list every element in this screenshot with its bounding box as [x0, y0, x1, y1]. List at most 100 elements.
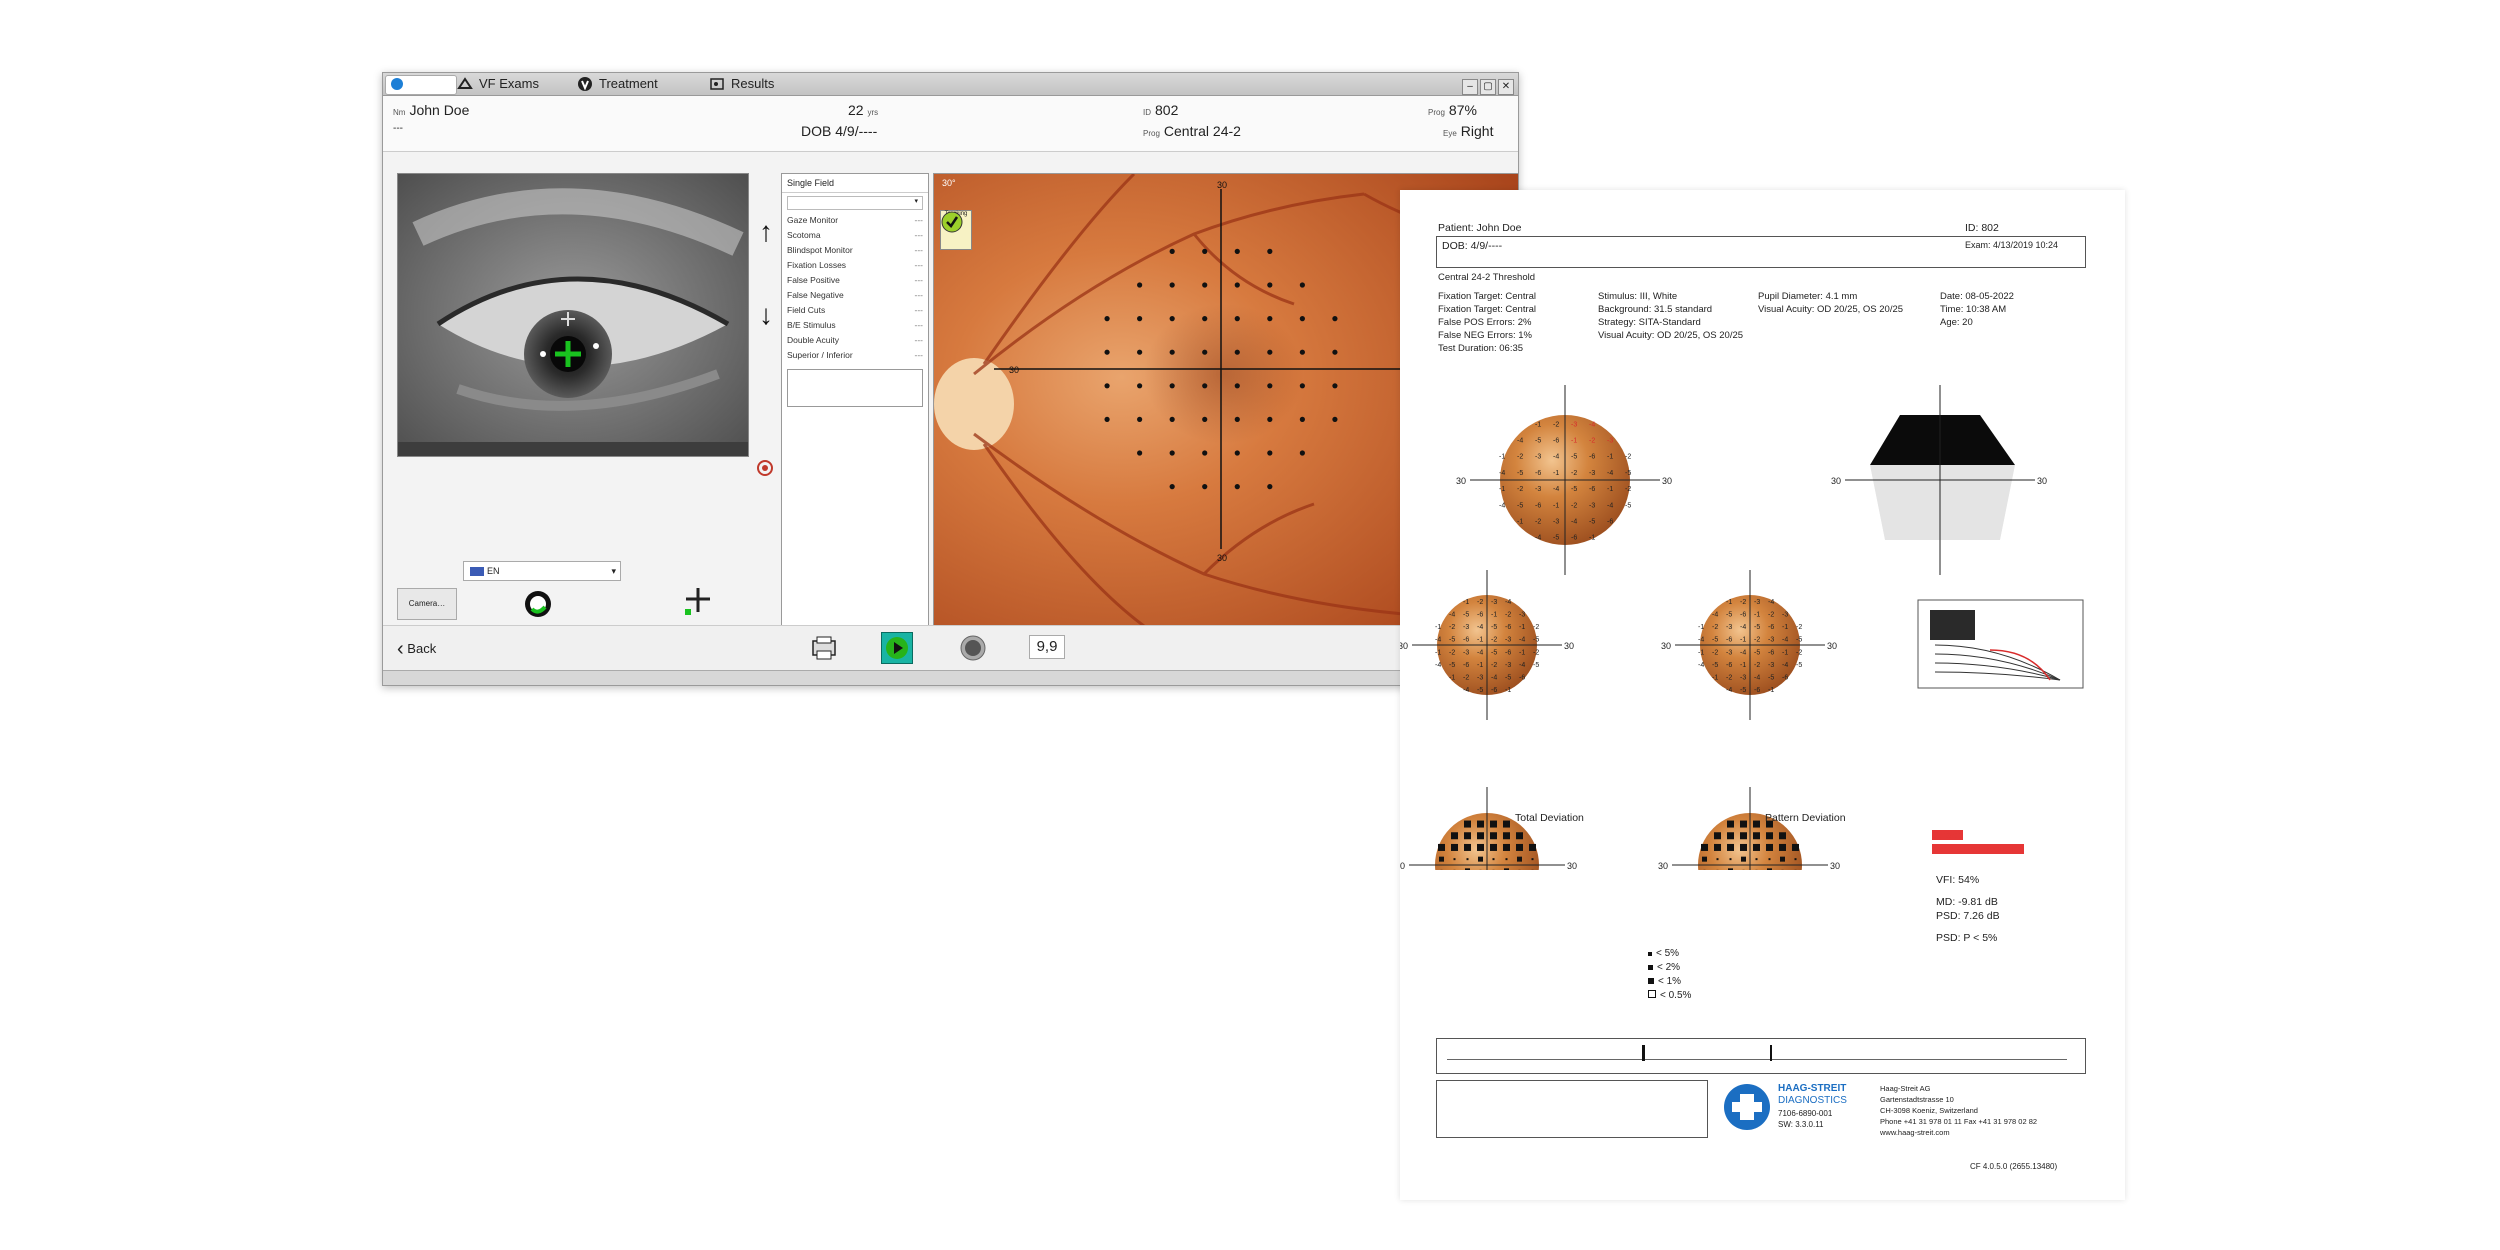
td-prob-mark	[1516, 843, 1523, 851]
threshold-value: -6	[1589, 486, 1595, 493]
td-prob-mark	[1503, 843, 1510, 851]
pd-num-axis-label-left: 30	[1661, 641, 1671, 651]
stimulus-point	[1299, 282, 1305, 288]
minimize-button[interactable]: –	[1462, 79, 1478, 95]
report-col1-line: Fixation Target: Central	[1438, 291, 1537, 302]
print-icon[interactable]	[810, 635, 838, 661]
threshold-value: -5	[1571, 486, 1577, 493]
threshold-value: -3	[1607, 438, 1613, 445]
flag-icon	[470, 567, 484, 577]
settings-row[interactable]: False Negative ---	[782, 288, 928, 303]
report-footer-code: CF 4.0.5.0 (2655.13480)	[1970, 1162, 2058, 1171]
pd-num-value: -1	[1726, 599, 1732, 606]
threshold-value: -6	[1535, 470, 1541, 477]
stimulus-point	[1169, 383, 1175, 389]
pd-num-value: -5	[1712, 637, 1718, 644]
td-prob-mark	[1490, 820, 1497, 828]
pd-prob-axis-label-right: 30	[1830, 861, 1840, 870]
settings-row[interactable]: Blindspot Monitor ---	[782, 243, 928, 258]
settings-row[interactable]: Fixation Losses ---	[782, 258, 928, 273]
pd-num-value: -4	[1754, 675, 1760, 682]
pd-prob-mark	[1794, 858, 1797, 861]
pd-num-value: -4	[1740, 649, 1746, 656]
window-controls: – ▢ ✕	[1460, 76, 1514, 95]
company-address-line: CH-3098 Koeniz, Switzerland	[1880, 1106, 1978, 1115]
td-prob-mark	[1451, 843, 1458, 851]
threshold-value: -2	[1553, 421, 1559, 428]
threshold-value: -1	[1553, 470, 1559, 477]
threshold-value: -5	[1535, 438, 1541, 445]
greyscale-axis-label-right: 30	[2037, 476, 2047, 486]
stimulus-point	[1332, 349, 1338, 355]
stimulus-point	[1299, 450, 1305, 456]
pd-num-axis-label-right: 30	[1827, 641, 1837, 651]
pd-num-value: -2	[1796, 624, 1802, 631]
back-button[interactable]: ‹ Back	[397, 638, 436, 661]
threshold-value: -1	[1499, 454, 1505, 461]
tab-results[interactable]: Results	[705, 75, 831, 93]
stimulus-point	[1137, 416, 1143, 422]
pd-num-value: -6	[1726, 662, 1732, 669]
patient-id: 802	[1155, 102, 1179, 118]
crosshair-settings-icon[interactable]	[683, 585, 713, 615]
settings-row[interactable]: False Positive ---	[782, 273, 928, 288]
stop-button[interactable]	[959, 634, 987, 662]
td-num-value: -4	[1449, 612, 1455, 619]
settings-row[interactable]: B/E Stimulus ---	[782, 318, 928, 333]
td-num-value: -5	[1533, 662, 1539, 669]
camera-settings-button[interactable]: Camera…	[397, 588, 457, 620]
report-col3-line: Visual Acuity: OD 20/25, OS 20/25	[1758, 304, 1904, 315]
stimulus-point	[1234, 416, 1240, 422]
settings-row[interactable]: Scotoma ---	[782, 228, 928, 243]
tab-home[interactable]	[385, 75, 457, 95]
td-num-value: -1	[1477, 662, 1483, 669]
tab-vf-exams[interactable]: VF Exams	[453, 75, 589, 93]
stimulus-point	[1202, 248, 1208, 254]
pd-num-value: -1	[1740, 662, 1746, 669]
legend-5: < 5%	[1648, 948, 1679, 959]
threshold-value: -4	[1571, 519, 1577, 526]
report-col2-line: Visual Acuity: OD 20/25, OS 20/25	[1598, 330, 1744, 341]
arrow-down-button[interactable]: ↓	[753, 301, 779, 331]
stimulus-point	[1299, 349, 1305, 355]
pd-num-value: -4	[1768, 599, 1774, 606]
pd-num-value: -5	[1796, 637, 1802, 644]
td-num-value: -2	[1463, 675, 1469, 682]
pd-prob-mark	[1753, 832, 1760, 840]
tab-treatment[interactable]: Treatment	[573, 75, 709, 93]
globe-icon[interactable]	[523, 589, 553, 619]
report-col2-line: Strategy: SITA-Standard	[1598, 317, 1701, 328]
threshold-value: -6	[1571, 535, 1577, 542]
stimulus-point	[1169, 248, 1175, 254]
pd-num-value: -5	[1726, 612, 1732, 619]
settings-note-box[interactable]	[787, 369, 923, 407]
settings-row-label: Fixation Losses	[787, 260, 847, 270]
stimulus-point	[1169, 450, 1175, 456]
language-select[interactable]: EN ▾	[463, 561, 621, 581]
settings-dropdown[interactable]: ▾	[787, 196, 923, 210]
td-num-value: -2	[1477, 599, 1483, 606]
threshold-axis-label-left: 30	[1456, 476, 1466, 486]
settings-row[interactable]: Double Acuity ---	[782, 333, 928, 348]
tracking-toggle[interactable]: Tracking On	[940, 210, 972, 250]
td-prob-mark	[1531, 858, 1534, 861]
pd-num-value: -1	[1782, 624, 1788, 631]
settings-row[interactable]: Superior / Inferior ---	[782, 348, 928, 363]
settings-row-value: ---	[914, 320, 924, 330]
legend-05-label: < 0.5%	[1660, 990, 1692, 1001]
stimulus-point	[1267, 349, 1273, 355]
td-prob-mark	[1516, 832, 1523, 840]
threshold-axis-label-right: 30	[1662, 476, 1672, 486]
arrow-up-button[interactable]: ↑	[753, 218, 779, 248]
maximize-button[interactable]: ▢	[1480, 79, 1496, 95]
td-num-axis-label-right: 30	[1564, 641, 1574, 651]
exam-progress: 87%	[1448, 102, 1477, 118]
eye-reset-icon[interactable]	[755, 458, 775, 478]
stimulus-point	[1299, 416, 1305, 422]
stimulus-point	[1332, 316, 1338, 322]
stimulus-point	[1137, 349, 1143, 355]
settings-row[interactable]: Field Cuts ---	[782, 303, 928, 318]
close-button[interactable]: ✕	[1498, 79, 1514, 95]
settings-row[interactable]: Gaze Monitor ---	[782, 213, 928, 228]
play-button[interactable]	[881, 632, 913, 664]
